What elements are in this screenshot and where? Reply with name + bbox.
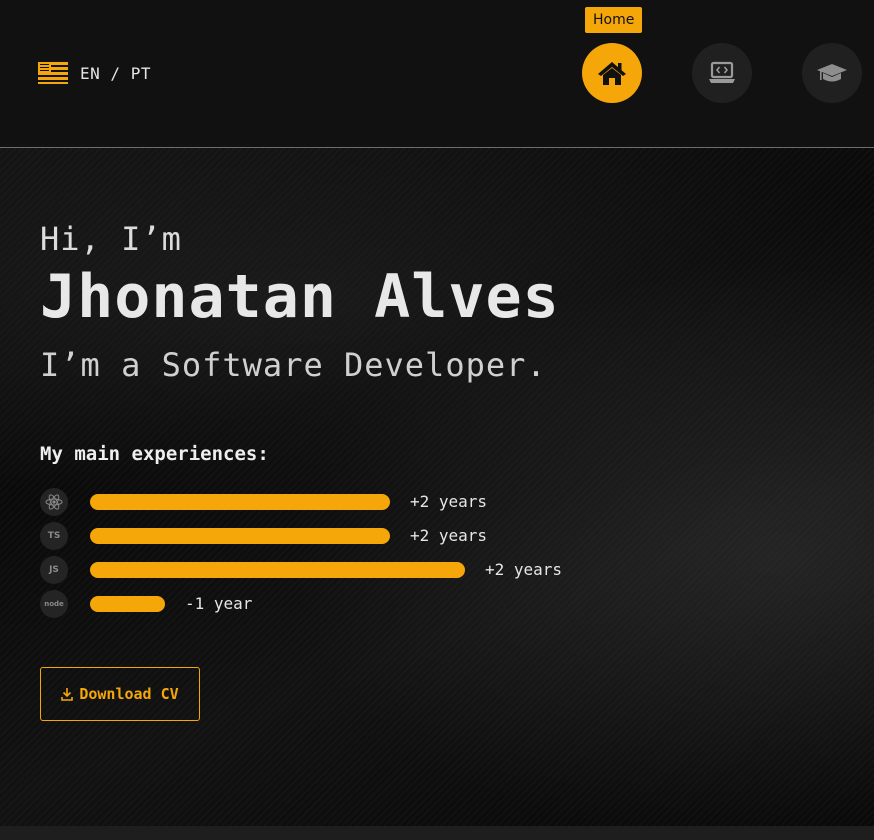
experience-years-react: +2 years <box>410 492 488 511</box>
experience-row-react <box>40 487 68 517</box>
experiences-title: My main experiences: <box>40 443 269 465</box>
nav-home-tooltip: Home <box>585 7 643 33</box>
download-cv-button[interactable]: Download CV <box>40 667 200 721</box>
experience-bar-react <box>90 494 390 510</box>
javascript-icon: JS <box>40 556 68 584</box>
language-pt[interactable]: PT <box>131 64 151 83</box>
experience-row-nodejs: node <box>40 589 68 619</box>
language-en[interactable]: EN <box>80 64 100 83</box>
experience-row-typescript: TS <box>40 521 68 551</box>
experience-years-typescript: +2 years <box>410 526 488 545</box>
us-flag-icon <box>38 62 68 84</box>
laptop-code-icon <box>709 61 735 83</box>
typescript-icon: TS <box>40 522 68 550</box>
experience-years-javascript: +2 years <box>485 560 563 579</box>
home-icon <box>598 62 626 85</box>
nav-education-button[interactable] <box>802 43 862 103</box>
download-cv-label: Download CV <box>79 685 179 703</box>
experience-years-nodejs: -1 year <box>185 594 253 613</box>
nav-home-button[interactable] <box>582 43 642 103</box>
language-separator: / <box>110 63 121 83</box>
nav-projects-button[interactable] <box>692 43 752 103</box>
greeting: Hi, I’m <box>40 220 182 258</box>
experience-bar-javascript <box>90 562 465 578</box>
hero: Hi, I’m <box>40 220 182 258</box>
footer-strip <box>0 826 874 840</box>
language-options: EN / PT <box>80 64 151 83</box>
developer-name: Jhonatan Alves <box>40 262 560 332</box>
graduation-cap-icon <box>817 64 847 82</box>
experience-row-javascript: JS <box>40 555 68 585</box>
role-text: I’m a Software Developer. <box>40 346 547 384</box>
experience-bar-nodejs <box>90 596 165 612</box>
experience-bar-typescript <box>90 528 390 544</box>
header: EN / PT Home <box>0 0 874 148</box>
download-icon <box>61 688 74 701</box>
react-icon <box>40 488 68 516</box>
language-switcher[interactable]: EN / PT <box>38 62 151 84</box>
nodejs-icon: node <box>40 590 68 618</box>
